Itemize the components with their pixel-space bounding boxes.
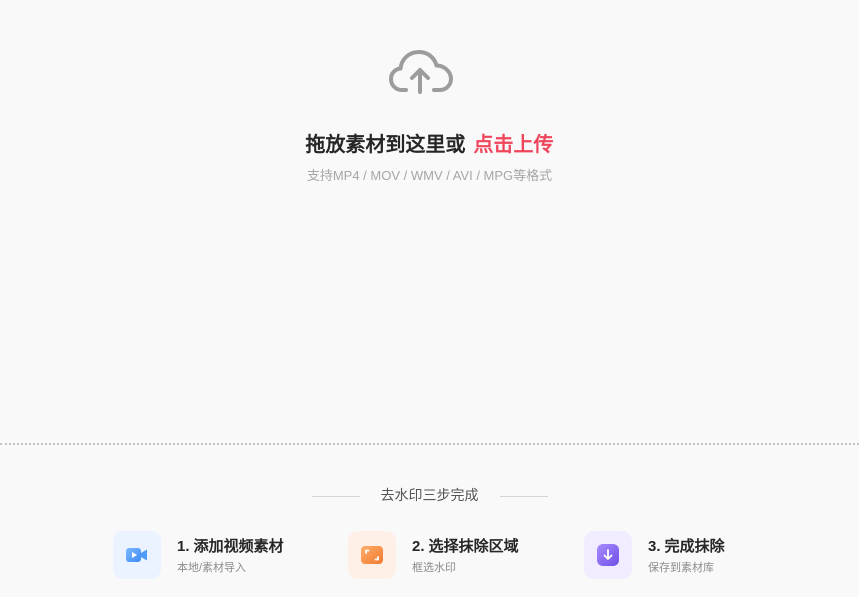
heading-line-right (499, 495, 548, 497)
drop-title-text: 拖放素材到这里或 (305, 134, 466, 156)
video-camera-icon (126, 548, 147, 562)
upload-drop-zone[interactable]: 拖放素材到这里或 点击上传 支持MP4 / MOV / WMV / AVI / M… (0, 0, 859, 444)
drop-title: 拖放素材到这里或 点击上传 (0, 132, 859, 158)
steps-heading: 去水印三步完成 (0, 485, 859, 505)
step-title-2: 2. 选择抹除区域 (412, 538, 519, 555)
dotted-divider (0, 443, 859, 445)
step-icon-box-2 (348, 531, 396, 579)
step-subtitle-2: 框选水印 (412, 562, 456, 574)
step-subtitle-1: 本地/素材导入 (177, 562, 247, 574)
step-title-1: 1. 添加视频素材 (177, 538, 284, 555)
step-subtitle-3: 保存到素材库 (648, 562, 714, 574)
heading-line-left (311, 495, 360, 497)
download-arrow-icon (597, 544, 619, 566)
step-title-3: 3. 完成抹除 (648, 538, 725, 555)
supported-formats-hint: 支持MP4 / MOV / WMV / AVI / MPG等格式 (306, 168, 553, 183)
step-icon-box-1 (113, 531, 161, 579)
steps-heading-text: 去水印三步完成 (380, 487, 479, 503)
step-icon-box-3 (584, 531, 632, 579)
crop-frame-icon (361, 546, 383, 564)
cloud-upload-icon (389, 50, 453, 94)
click-upload-link[interactable]: 点击上传 (474, 134, 554, 156)
